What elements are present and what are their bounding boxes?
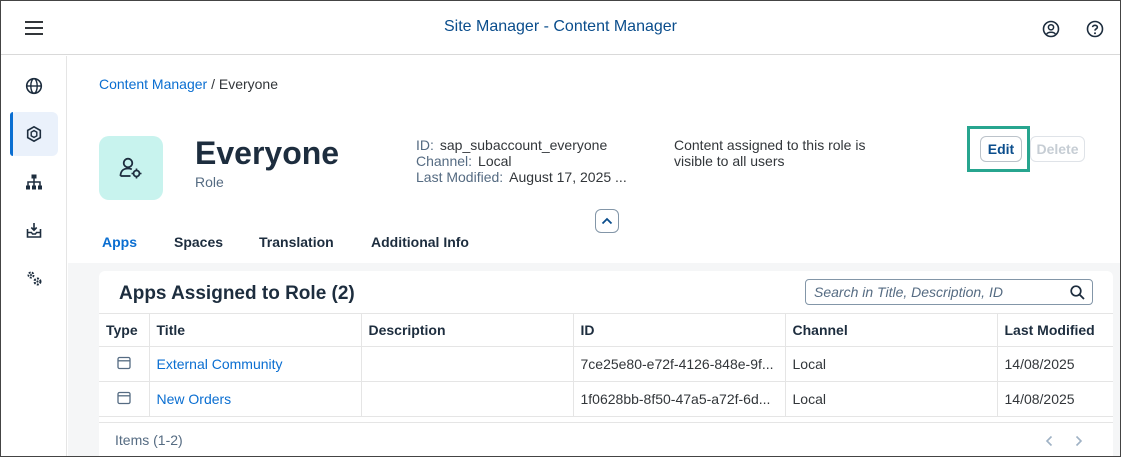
tab-apps[interactable]: Apps bbox=[101, 234, 140, 266]
column-header-last-modified[interactable]: Last Modified bbox=[996, 313, 1113, 347]
app-frame: Site Manager - Content Manager Content M… bbox=[0, 0, 1121, 457]
apps-panel-title: Apps Assigned to Role (2) bbox=[119, 283, 355, 304]
settings-gears-icon[interactable] bbox=[10, 256, 58, 300]
table-row[interactable]: External Community 7ce25e80-e72f-4126-84… bbox=[99, 346, 1113, 382]
breadcrumb: Content Manager / Everyone bbox=[99, 76, 278, 92]
description-cell bbox=[360, 381, 574, 417]
shell-title: Site Manager - Content Manager bbox=[443, 18, 677, 35]
description-cell bbox=[360, 346, 574, 382]
channel-cell: Local bbox=[784, 381, 998, 417]
inbox-download-icon[interactable] bbox=[10, 208, 58, 252]
column-header-channel[interactable]: Channel bbox=[784, 313, 998, 347]
table-footer: Items (1-2) bbox=[99, 422, 1113, 456]
tab-spaces[interactable]: Spaces bbox=[174, 234, 223, 250]
chevron-right-icon bbox=[1075, 435, 1083, 447]
id-label: ID: bbox=[416, 137, 434, 153]
items-count: Items (1-2) bbox=[115, 432, 183, 448]
app-title-link[interactable]: External Community bbox=[157, 356, 283, 372]
channel-label: Channel: bbox=[416, 153, 473, 169]
column-header-description[interactable]: Description bbox=[360, 313, 574, 347]
channel-value: Local bbox=[478, 153, 512, 169]
search-input[interactable] bbox=[814, 283, 1064, 301]
chevron-up-icon bbox=[601, 217, 613, 225]
title-cell: External Community bbox=[148, 346, 362, 382]
id-cell: 1f0628bb-8f50-47a5-a72f-6d... bbox=[572, 381, 786, 417]
last-modified-value: August 17, 2025 ... bbox=[509, 169, 627, 185]
globe-icon[interactable] bbox=[10, 64, 58, 108]
column-header-title[interactable]: Title bbox=[148, 313, 362, 347]
user-role-icon bbox=[119, 157, 142, 179]
breadcrumb-content-manager-link[interactable]: Content Manager bbox=[99, 76, 207, 92]
shell-bar: Site Manager - Content Manager bbox=[1, 1, 1120, 55]
title-cell: New Orders bbox=[148, 381, 362, 417]
search-icon[interactable] bbox=[1069, 284, 1085, 300]
id-value: sap_subaccount_everyone bbox=[439, 137, 608, 153]
user-account-icon[interactable] bbox=[1040, 18, 1062, 40]
previous-page-button[interactable] bbox=[1039, 431, 1059, 451]
side-navigation bbox=[1, 56, 67, 456]
column-header-id[interactable]: ID bbox=[572, 313, 786, 347]
search-field[interactable] bbox=[805, 279, 1093, 305]
last-modified-cell: 14/08/2025 bbox=[996, 381, 1113, 417]
column-header-type[interactable]: Type bbox=[99, 313, 150, 347]
collapse-header-button[interactable] bbox=[595, 209, 619, 233]
breadcrumb-separator: / bbox=[207, 76, 219, 92]
delete-button[interactable]: Delete bbox=[1030, 136, 1085, 162]
channel-cell: Local bbox=[784, 346, 998, 382]
app-window-icon bbox=[117, 356, 131, 369]
role-avatar bbox=[99, 136, 163, 200]
chevron-left-icon bbox=[1045, 435, 1053, 447]
table-row[interactable]: New Orders 1f0628bb-8f50-47a5-a72f-6d...… bbox=[99, 381, 1113, 417]
page-title: Everyone bbox=[195, 135, 340, 171]
app-window-icon bbox=[117, 391, 131, 404]
help-icon[interactable] bbox=[1084, 18, 1106, 40]
last-modified-cell: 14/08/2025 bbox=[996, 346, 1113, 382]
role-attributes: ID: sap_subaccount_everyone Channel: Local… bbox=[416, 137, 627, 185]
edit-button[interactable]: Edit bbox=[980, 136, 1022, 162]
role-description: Content assigned to this role is visible… bbox=[674, 137, 866, 169]
last-modified-label: Last Modified: bbox=[416, 169, 504, 185]
content-manager-icon[interactable] bbox=[10, 112, 58, 156]
app-title-link[interactable]: New Orders bbox=[157, 391, 232, 407]
table-header-row: Type Title Description ID Channel Last M… bbox=[99, 313, 1113, 347]
hierarchy-icon[interactable] bbox=[10, 160, 58, 204]
page-subtitle: Role bbox=[195, 174, 224, 190]
next-page-button[interactable] bbox=[1069, 431, 1089, 451]
id-cell: 7ce25e80-e72f-4126-848e-9f... bbox=[572, 346, 786, 382]
breadcrumb-current: Everyone bbox=[218, 76, 279, 92]
apps-table: Type Title Description ID Channel Last M… bbox=[99, 313, 1113, 417]
type-cell bbox=[99, 381, 150, 417]
type-cell bbox=[99, 346, 150, 382]
tab-translation[interactable]: Translation bbox=[259, 234, 334, 250]
apps-panel: Apps Assigned to Role (2) Type Title Des… bbox=[99, 271, 1113, 456]
tab-additional-info[interactable]: Additional Info bbox=[371, 234, 469, 250]
